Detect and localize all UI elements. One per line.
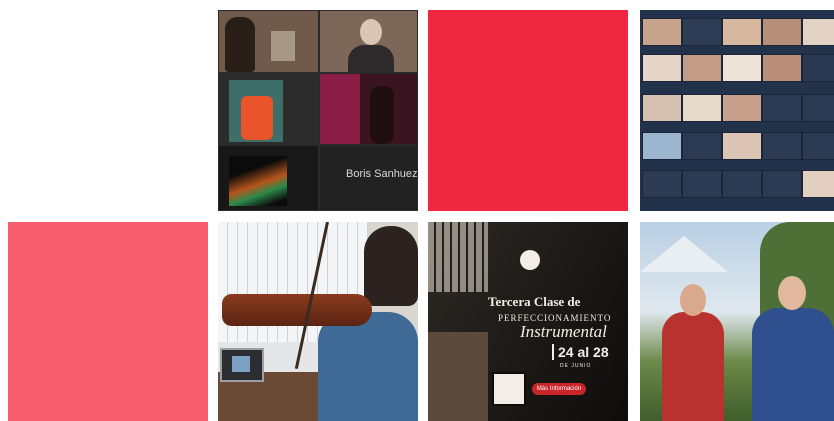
gallery-cell: [802, 132, 834, 160]
gallery-cell: [682, 18, 722, 46]
gallery-cell: [762, 18, 802, 46]
violinist: [318, 312, 418, 421]
violin: [222, 294, 372, 326]
tile-solid-pink[interactable]: [8, 222, 208, 421]
tile-video-gallery[interactable]: [640, 10, 834, 211]
gallery-cell: [762, 54, 802, 82]
gallery-cell: [802, 18, 834, 46]
poster-dates: 24 al 28: [552, 344, 609, 360]
person-red-head: [680, 284, 706, 316]
tile-photo-violin[interactable]: [218, 222, 418, 421]
person-red-jacket: [662, 312, 724, 421]
participant-abstract: [218, 145, 319, 211]
volcano: [640, 236, 728, 272]
participant-boris: Boris Sanhueza: [319, 145, 418, 211]
gallery-cell: [722, 132, 762, 160]
hands-photo: [428, 332, 488, 421]
tile-poster[interactable]: Tercera Clase de PERFECCIONAMIENTO Instr…: [428, 222, 628, 421]
gallery-cell: [642, 54, 682, 82]
gallery-cell: [642, 94, 682, 122]
poster-month: DE JUNIO: [560, 363, 592, 369]
gallery-cell: [802, 54, 834, 82]
violinist-head: [364, 226, 418, 306]
piano-keys: [428, 222, 488, 292]
participant-costume: [218, 73, 319, 145]
tile-video-call[interactable]: Boris Sanhueza: [218, 10, 418, 211]
participant-name-label: Boris Sanhueza: [346, 168, 418, 180]
gallery-cell: [722, 54, 762, 82]
gallery-cell: [682, 170, 722, 198]
participant-pink-light: [319, 73, 418, 145]
participant-teacher: [319, 10, 418, 73]
gallery-cell: [802, 94, 834, 122]
gallery-cell: [722, 94, 762, 122]
gallery-cell: [802, 170, 834, 198]
qr-code-icon: [492, 372, 526, 406]
gallery-cell: [642, 18, 682, 46]
gallery-cell: [762, 132, 802, 160]
tile-solid-red[interactable]: [428, 10, 628, 211]
more-info-button[interactable]: Más Información: [532, 383, 586, 395]
person-blue-jacket: [752, 308, 834, 421]
participant-cello: [218, 10, 319, 73]
gallery-cell: [762, 94, 802, 122]
gallery-cell: [642, 170, 682, 198]
person-blue-head: [778, 276, 806, 310]
poster-title-line1: Tercera Clase de: [488, 294, 581, 309]
org-logo-icon: [520, 250, 540, 270]
gallery-cell: [762, 170, 802, 198]
tile-photo-outdoors[interactable]: [640, 222, 834, 421]
gallery-cell: [722, 18, 762, 46]
gallery-cell: [642, 132, 682, 160]
gallery-cell: [682, 132, 722, 160]
gallery-cell: [682, 54, 722, 82]
gallery-cell: [682, 94, 722, 122]
laptop: [220, 348, 264, 382]
gallery-cell: [722, 170, 762, 198]
poster-title-line3: Instrumental: [520, 322, 607, 341]
